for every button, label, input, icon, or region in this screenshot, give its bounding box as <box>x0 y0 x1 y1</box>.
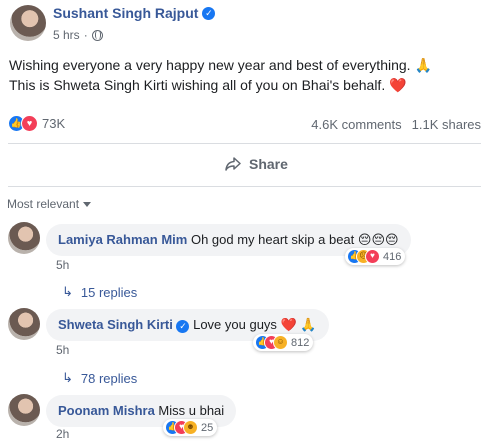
verified-badge-icon: ✓ <box>176 320 190 333</box>
verified-badge-icon: ✓ <box>202 6 216 20</box>
comment-text: Love you guys <box>193 317 277 332</box>
reply-arrow-icon: ↳ <box>62 370 73 385</box>
comment-emojis: 😔😔😔 <box>357 232 399 247</box>
haha-reaction-icon: ☻ <box>183 420 198 435</box>
comments-count[interactable]: 4.6K comments <box>311 117 401 132</box>
comment-sort-dropdown[interactable]: Most relevant <box>7 197 92 211</box>
love-reaction-icon: ♥ <box>365 249 380 264</box>
post-time[interactable]: 5 hrs <box>53 28 80 42</box>
commenter-name[interactable]: Poonam Mishra <box>58 403 155 418</box>
view-replies-link[interactable]: ↳ 78 replies <box>62 370 137 386</box>
comment-reaction-count: 812 <box>291 336 310 349</box>
replies-label: 15 replies <box>80 284 138 300</box>
post-text-line-2: This is Shweta Singh Kirti wishing all o… <box>9 77 407 93</box>
post-author-avatar[interactable] <box>10 5 46 41</box>
reaction-count: 73K <box>42 116 66 131</box>
comment-text: Miss u bhai <box>158 403 225 418</box>
post-text: Wishing everyone a very happy new year a… <box>9 55 479 95</box>
share-label: Share <box>249 156 288 172</box>
post-author: Sushant Singh Rajput ✓ <box>53 5 216 21</box>
comment-reaction-count: 25 <box>201 421 214 434</box>
love-reaction-icon: ♥ <box>21 115 38 132</box>
post-reactions[interactable]: 👍 ♥ 73K <box>8 115 65 132</box>
comment-reaction-count: 416 <box>383 250 402 263</box>
sort-label: Most relevant <box>7 197 80 211</box>
red-heart-emoji: ❤️ <box>389 77 407 93</box>
divider <box>8 186 481 187</box>
comment-reactions[interactable]: 👍 ♥ ☺ 812 <box>253 334 314 351</box>
reply-arrow-icon: ↳ <box>62 284 73 299</box>
replies-label: 78 replies <box>80 370 138 386</box>
comment-text: Oh god my heart skip a beat <box>190 232 355 247</box>
commenter-avatar[interactable] <box>8 222 40 254</box>
comment-reactions[interactable]: 👍 ☹ ♥ 416 <box>345 248 406 265</box>
post-text-line-1: Wishing everyone a very happy new year a… <box>9 57 432 73</box>
share-arrow-icon <box>225 157 241 171</box>
comment-time[interactable]: 5h <box>56 343 69 357</box>
divider <box>8 143 481 144</box>
engagement-counts: 4.6K comments 1.1K shares <box>311 117 481 132</box>
comment-time[interactable]: 5h <box>56 258 69 272</box>
globe-icon <box>91 29 103 41</box>
care-reaction-icon: ☺ <box>273 335 288 350</box>
comment-emojis: ❤️ 🙏 <box>280 317 317 332</box>
post-meta: 5 hrs · <box>53 28 103 42</box>
caret-down-icon <box>83 201 92 207</box>
commenter-name[interactable]: Lamiya Rahman Mim <box>58 232 187 247</box>
post-author-name[interactable]: Sushant Singh Rajput <box>53 5 198 21</box>
commenter-avatar[interactable] <box>8 394 40 426</box>
shares-count[interactable]: 1.1K shares <box>412 117 481 132</box>
meta-separator: · <box>83 28 88 42</box>
share-button[interactable]: Share <box>225 156 288 172</box>
comment-time[interactable]: 2h <box>56 427 69 441</box>
commenter-avatar[interactable] <box>8 308 40 340</box>
folded-hands-emoji: 🙏 <box>414 57 432 73</box>
commenter-name[interactable]: Shweta Singh Kirti <box>58 317 173 332</box>
comment-reactions[interactable]: 👍 ♥ ☻ 25 <box>163 419 218 436</box>
view-replies-link[interactable]: ↳ 15 replies <box>62 284 137 300</box>
